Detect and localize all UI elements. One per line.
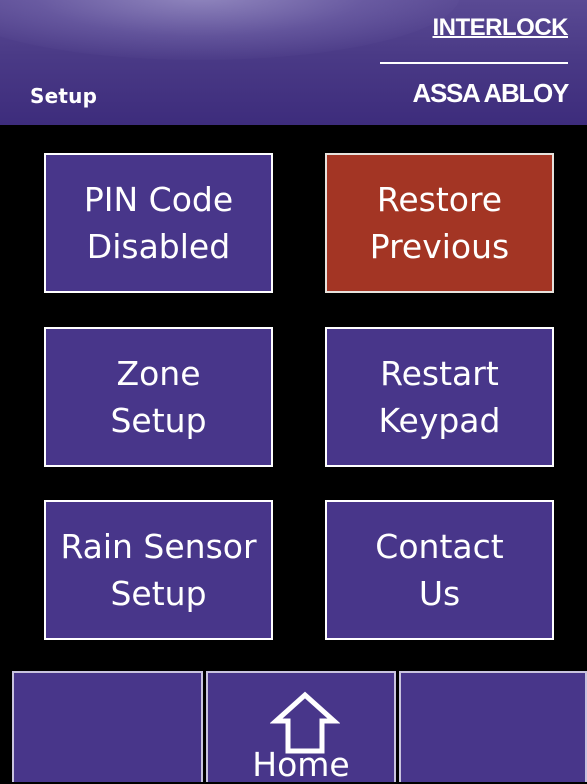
restart-keypad-button[interactable]: Restart Keypad [325, 327, 554, 467]
page-title: Setup [30, 84, 98, 108]
contact-us-button-label-1: Contact [375, 527, 504, 566]
brand-logo-interlock: INTERLOCK [432, 14, 569, 41]
restore-previous-button-label-1: Restore [376, 180, 503, 219]
contact-us-button-label-2: Us [418, 574, 461, 613]
contact-us-button[interactable]: Contact Us [325, 500, 554, 640]
restore-previous-button[interactable]: Restore Previous [325, 153, 554, 293]
restore-previous-button-label-2: Previous [369, 227, 510, 266]
zone-setup-button-label-1: Zone [116, 354, 201, 393]
restart-keypad-button-label-1: Restart [380, 354, 499, 393]
pin-code-button-label-2: Disabled [86, 227, 231, 266]
header-bar: Setup INTERLOCK ASSA ABLOY [0, 0, 587, 125]
home-button-label: Home [252, 745, 350, 784]
pin-code-button[interactable]: PIN Code Disabled [44, 153, 273, 293]
zone-setup-button-label-2: Setup [110, 401, 207, 440]
footer-left-button[interactable] [12, 671, 203, 782]
brand-logo-assa-abloy: ASSA ABLOY [412, 78, 569, 108]
restart-keypad-button-label-2: Keypad [378, 401, 501, 440]
footer-right-button[interactable] [399, 671, 587, 782]
zone-setup-button[interactable]: Zone Setup [44, 327, 273, 467]
pin-code-button-label-1: PIN Code [83, 180, 234, 219]
home-button[interactable]: Home [206, 671, 396, 784]
rain-sensor-setup-button-label-1: Rain Sensor [60, 527, 257, 566]
rain-sensor-setup-button[interactable]: Rain Sensor Setup [44, 500, 273, 640]
brand-divider [380, 62, 568, 64]
rain-sensor-setup-button-label-2: Setup [110, 574, 207, 613]
